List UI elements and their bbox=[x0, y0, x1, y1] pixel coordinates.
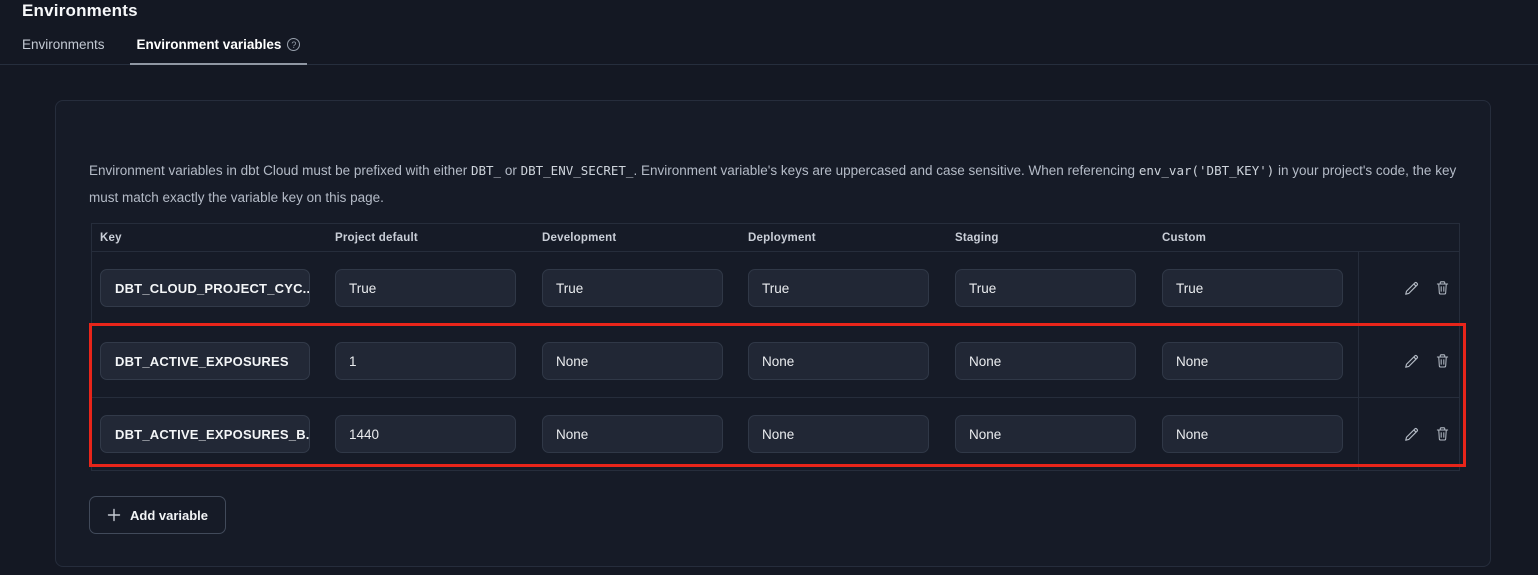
code-dbt-env-secret-prefix: DBT_ENV_SECRET_ bbox=[521, 163, 634, 178]
variable-value-custom: None bbox=[1162, 342, 1343, 380]
variable-value-custom: True bbox=[1162, 269, 1343, 307]
environment-variables-table: Key Project default Development Deployme… bbox=[91, 223, 1460, 471]
trash-icon bbox=[1435, 280, 1450, 296]
tab-environment-variables[interactable]: Environment variables ? bbox=[130, 37, 308, 64]
variable-value-project-default: True bbox=[335, 269, 516, 307]
tab-bar: Environments Environment variables ? bbox=[0, 38, 1538, 65]
variable-value-staging: None bbox=[955, 342, 1136, 380]
variable-value-project-default: 1440 bbox=[335, 415, 516, 453]
description-part: or bbox=[501, 163, 521, 178]
edit-variable-button[interactable] bbox=[1403, 279, 1421, 297]
plus-icon bbox=[107, 508, 121, 522]
variable-value-staging: None bbox=[955, 415, 1136, 453]
row-actions bbox=[1358, 398, 1459, 470]
column-header-project-default: Project default bbox=[335, 232, 542, 244]
column-header-staging: Staging bbox=[955, 232, 1162, 244]
page-title: Environments bbox=[22, 1, 138, 21]
add-variable-button[interactable]: Add variable bbox=[89, 496, 226, 534]
column-header-key: Key bbox=[100, 232, 335, 244]
variable-value-deployment: None bbox=[748, 342, 929, 380]
tab-environments[interactable]: Environments bbox=[15, 37, 112, 64]
pencil-icon bbox=[1403, 353, 1420, 370]
variable-value-development: True bbox=[542, 269, 723, 307]
column-header-deployment: Deployment bbox=[748, 232, 955, 244]
column-header-custom: Custom bbox=[1162, 232, 1358, 244]
variable-value-development: None bbox=[542, 342, 723, 380]
pencil-icon bbox=[1403, 280, 1420, 297]
table-row: DBT_CLOUD_PROJECT_CYC... True True True … bbox=[92, 252, 1459, 325]
variable-value-staging: True bbox=[955, 269, 1136, 307]
row-actions bbox=[1358, 252, 1459, 324]
row-actions bbox=[1358, 325, 1459, 397]
table-row: DBT_ACTIVE_EXPOSURES 1 None None None No… bbox=[92, 325, 1459, 398]
variable-key: DBT_ACTIVE_EXPOSURES bbox=[100, 342, 310, 380]
edit-variable-button[interactable] bbox=[1403, 425, 1421, 443]
variable-value-project-default: 1 bbox=[335, 342, 516, 380]
variable-value-custom: None bbox=[1162, 415, 1343, 453]
help-icon[interactable]: ? bbox=[287, 38, 300, 51]
variable-value-deployment: True bbox=[748, 269, 929, 307]
tab-environment-variables-label: Environment variables bbox=[137, 37, 282, 52]
variable-value-development: None bbox=[542, 415, 723, 453]
variable-value-deployment: None bbox=[748, 415, 929, 453]
delete-variable-button[interactable] bbox=[1434, 279, 1452, 297]
environment-variables-card: Environment variables in dbt Cloud must … bbox=[55, 100, 1491, 567]
column-header-development: Development bbox=[542, 232, 748, 244]
pencil-icon bbox=[1403, 426, 1420, 443]
description-part: Environment variables in dbt Cloud must … bbox=[89, 163, 471, 178]
description-text: Environment variables in dbt Cloud must … bbox=[89, 157, 1467, 211]
delete-variable-button[interactable] bbox=[1434, 352, 1452, 370]
description-part: . Environment variable's keys are upperc… bbox=[633, 163, 1138, 178]
table-row: DBT_ACTIVE_EXPOSURES_B... 1440 None None… bbox=[92, 398, 1459, 471]
variable-key: DBT_ACTIVE_EXPOSURES_B... bbox=[100, 415, 310, 453]
environments-page: Environments Environments Environment va… bbox=[0, 0, 1538, 575]
table-header-row: Key Project default Development Deployme… bbox=[92, 223, 1459, 252]
variable-key: DBT_CLOUD_PROJECT_CYC... bbox=[100, 269, 310, 307]
code-dbt-prefix: DBT_ bbox=[471, 163, 501, 178]
edit-variable-button[interactable] bbox=[1403, 352, 1421, 370]
trash-icon bbox=[1435, 426, 1450, 442]
code-env-var-reference: env_var('DBT_KEY') bbox=[1139, 163, 1274, 178]
trash-icon bbox=[1435, 353, 1450, 369]
add-variable-label: Add variable bbox=[130, 508, 208, 523]
delete-variable-button[interactable] bbox=[1434, 425, 1452, 443]
tab-environments-label: Environments bbox=[22, 37, 105, 52]
